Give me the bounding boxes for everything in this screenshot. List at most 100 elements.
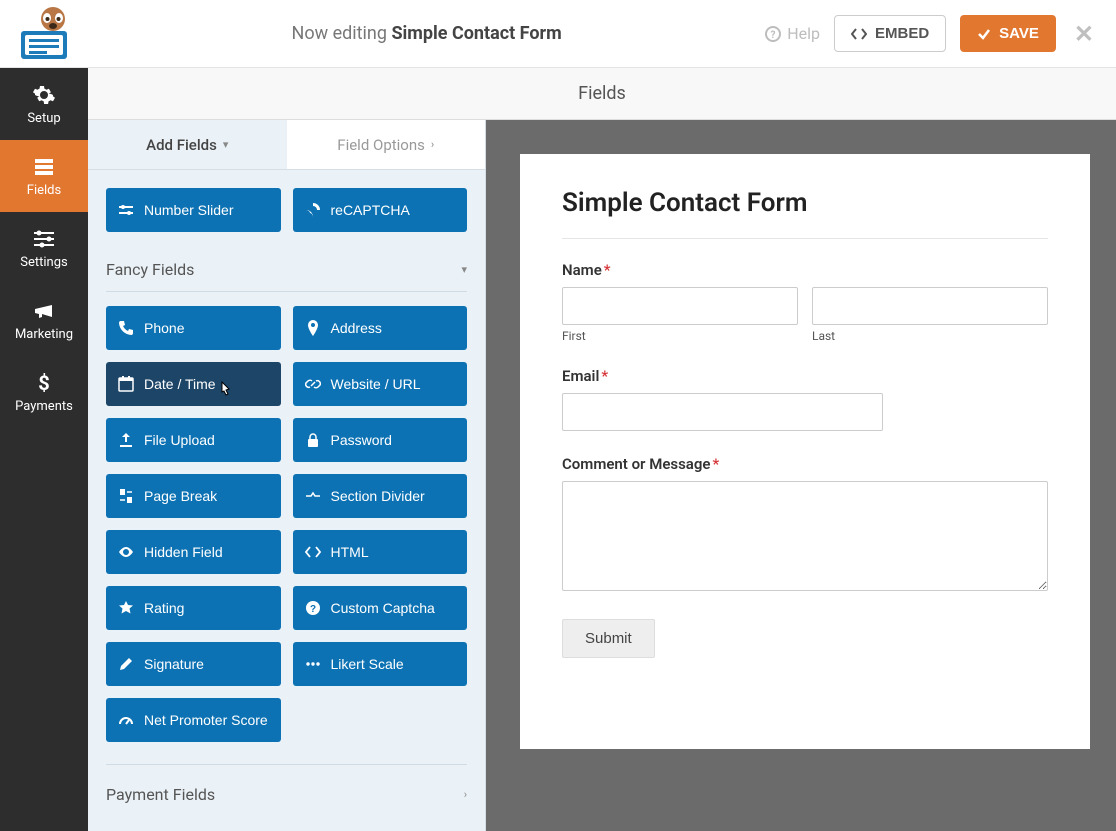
- name-label: Name*: [562, 261, 1048, 279]
- code-icon: [305, 544, 321, 560]
- email-label: Email*: [562, 367, 1048, 385]
- form-divider: [562, 238, 1048, 239]
- field-phone-label: Phone: [144, 320, 184, 336]
- field-page-break[interactable]: Page Break: [106, 474, 281, 518]
- field-rating-label: Rating: [144, 600, 184, 616]
- question-icon: ?: [305, 600, 321, 616]
- field-password-label: Password: [331, 432, 392, 448]
- field-rating[interactable]: Rating: [106, 586, 281, 630]
- field-date-time-label: Date / Time: [144, 376, 216, 392]
- last-name-input[interactable]: [812, 287, 1048, 325]
- field-section-divider-label: Section Divider: [331, 488, 425, 504]
- logo: [0, 7, 88, 61]
- field-date-time[interactable]: Date / Time: [106, 362, 281, 406]
- pencil-icon: [118, 656, 134, 672]
- calendar-icon: [118, 376, 134, 392]
- help-link[interactable]: ? Help: [765, 24, 820, 43]
- close-button[interactable]: ✕: [1070, 20, 1098, 48]
- field-signature-label: Signature: [144, 656, 204, 672]
- help-icon: ?: [765, 26, 781, 42]
- field-hidden-label: Hidden Field: [144, 544, 223, 560]
- nav-payments[interactable]: $ Payments: [0, 356, 88, 428]
- comment-textarea[interactable]: [562, 481, 1048, 591]
- submit-label: Submit: [585, 630, 632, 647]
- field-file-upload-label: File Upload: [144, 432, 215, 448]
- form-preview[interactable]: Simple Contact Form Name* First Last: [486, 120, 1116, 831]
- field-html-label: HTML: [331, 544, 369, 560]
- field-custom-captcha-label: Custom Captcha: [331, 600, 435, 616]
- form-icon: [32, 155, 56, 179]
- workspace: Add Fields ▾ Field Options › Number Slid…: [88, 120, 1116, 831]
- slider-icon: [118, 202, 134, 218]
- field-phone[interactable]: Phone: [106, 306, 281, 350]
- nav-settings[interactable]: Settings: [0, 212, 88, 284]
- field-hidden[interactable]: Hidden Field: [106, 530, 281, 574]
- divider-icon: [305, 488, 321, 504]
- field-html[interactable]: HTML: [293, 530, 468, 574]
- field-recaptcha-label: reCAPTCHA: [331, 202, 410, 218]
- nav-setup-label: Setup: [27, 111, 60, 126]
- field-page-break-label: Page Break: [144, 488, 217, 504]
- embed-button[interactable]: EMBED: [834, 15, 946, 52]
- field-address-label: Address: [331, 320, 382, 336]
- sidebar-body[interactable]: Number Slider reCAPTCHA Fancy Fields ▾ P…: [88, 170, 485, 831]
- left-nav: Setup Fields Settings Marketing $ Paymen…: [0, 68, 88, 831]
- field-name: Name* First Last: [562, 261, 1048, 343]
- phone-icon: [118, 320, 134, 336]
- field-nps[interactable]: Net Promoter Score: [106, 698, 281, 742]
- field-signature[interactable]: Signature: [106, 642, 281, 686]
- field-email: Email*: [562, 367, 1048, 431]
- nav-fields[interactable]: Fields: [0, 140, 88, 212]
- embed-label: EMBED: [875, 25, 929, 42]
- field-recaptcha[interactable]: reCAPTCHA: [293, 188, 468, 232]
- submit-button[interactable]: Submit: [562, 619, 655, 658]
- nav-marketing-label: Marketing: [15, 327, 73, 342]
- recaptcha-icon: [305, 202, 321, 218]
- svg-text:?: ?: [771, 30, 776, 41]
- check-icon: [977, 27, 991, 41]
- editing-prefix: Now editing: [291, 23, 386, 44]
- nav-payments-label: Payments: [15, 399, 73, 414]
- field-password[interactable]: Password: [293, 418, 468, 462]
- bullhorn-icon: [32, 299, 56, 323]
- section-fancy-fields[interactable]: Fancy Fields ▾: [106, 260, 467, 292]
- star-icon: [118, 600, 134, 616]
- wpforms-logo-icon: [15, 7, 73, 61]
- email-input[interactable]: [562, 393, 883, 431]
- field-section-divider[interactable]: Section Divider: [293, 474, 468, 518]
- field-likert-scale-label: Likert Scale: [331, 656, 404, 672]
- eye-icon: [118, 544, 134, 560]
- nav-setup[interactable]: Setup: [0, 68, 88, 140]
- field-custom-captcha[interactable]: ? Custom Captcha: [293, 586, 468, 630]
- pagebreak-icon: [118, 488, 134, 504]
- first-name-input[interactable]: [562, 287, 798, 325]
- divider: [106, 764, 467, 765]
- field-website-url[interactable]: Website / URL: [293, 362, 468, 406]
- dollar-icon: $: [32, 371, 56, 395]
- nav-marketing[interactable]: Marketing: [0, 284, 88, 356]
- gauge-icon: [118, 712, 134, 728]
- required-asterisk: *: [601, 367, 608, 385]
- field-likert-scale[interactable]: Likert Scale: [293, 642, 468, 686]
- svg-text:?: ?: [309, 604, 315, 615]
- sliders-icon: [32, 227, 56, 251]
- tab-add-fields[interactable]: Add Fields ▾: [88, 120, 287, 169]
- required-asterisk: *: [604, 261, 611, 279]
- comment-label: Comment or Message*: [562, 455, 1048, 473]
- field-comment: Comment or Message*: [562, 455, 1048, 595]
- nav-settings-label: Settings: [20, 255, 67, 270]
- field-address[interactable]: Address: [293, 306, 468, 350]
- link-icon: [305, 376, 321, 392]
- tab-field-options[interactable]: Field Options ›: [287, 120, 486, 169]
- field-file-upload[interactable]: File Upload: [106, 418, 281, 462]
- embed-icon: [851, 27, 867, 41]
- form-card: Simple Contact Form Name* First Last: [520, 154, 1090, 749]
- required-asterisk: *: [712, 455, 719, 473]
- save-button[interactable]: SAVE: [960, 15, 1056, 52]
- field-number-slider[interactable]: Number Slider: [106, 188, 281, 232]
- chevron-right-icon: ›: [464, 788, 467, 801]
- lock-icon: [305, 432, 321, 448]
- section-payment-fields[interactable]: Payment Fields ›: [106, 785, 467, 804]
- field-nps-label: Net Promoter Score: [144, 712, 268, 728]
- field-number-slider-label: Number Slider: [144, 202, 233, 218]
